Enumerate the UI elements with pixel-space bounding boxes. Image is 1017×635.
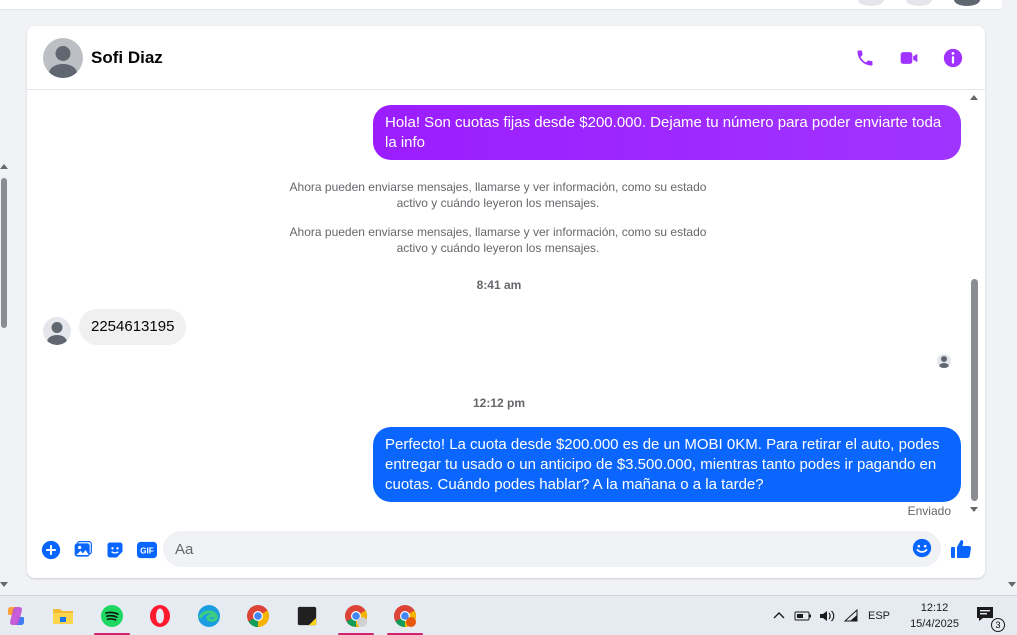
smiley-icon bbox=[912, 538, 932, 558]
chevron-up-icon[interactable] bbox=[772, 609, 786, 623]
windows-taskbar: ESP 12:12 15/4/2025 3 bbox=[0, 595, 1017, 635]
sticky-notes-icon bbox=[297, 606, 317, 626]
more-actions-button[interactable] bbox=[39, 538, 63, 562]
top-avatar-icon[interactable] bbox=[858, 0, 884, 6]
thumbs-up-icon bbox=[951, 540, 972, 559]
chrome-icon bbox=[247, 605, 269, 627]
message-input-container bbox=[163, 531, 941, 567]
chat-header: Sofi Diaz bbox=[27, 26, 985, 90]
message-composer: GIF bbox=[27, 526, 985, 574]
spotify-icon bbox=[101, 605, 123, 627]
battery-icon[interactable] bbox=[794, 609, 812, 623]
message-list[interactable]: Hola! Son cuotas fijas desde $200.000. D… bbox=[27, 91, 985, 519]
header-actions bbox=[853, 46, 965, 70]
message-input[interactable] bbox=[175, 531, 905, 567]
scroll-down-icon[interactable] bbox=[0, 582, 8, 587]
sticker-button[interactable] bbox=[103, 538, 127, 562]
copilot-app[interactable] bbox=[0, 600, 32, 632]
system-tray: ESP bbox=[772, 596, 890, 635]
incoming-message[interactable]: 2254613195 bbox=[79, 309, 187, 345]
chat-window: Sofi Diaz Hola! Son cuotas fijas desde $… bbox=[27, 26, 985, 578]
taskbar-clock[interactable]: 12:12 15/4/2025 bbox=[910, 600, 959, 632]
system-note: Ahora pueden enviarse mensajes, llamarse… bbox=[289, 180, 707, 210]
emoji-button[interactable] bbox=[911, 537, 935, 561]
opera-app[interactable] bbox=[144, 600, 176, 632]
scroll-up-icon[interactable] bbox=[970, 95, 978, 100]
attach-media-button[interactable] bbox=[71, 538, 95, 562]
video-camera-icon bbox=[900, 52, 918, 64]
folder-icon bbox=[53, 609, 73, 624]
chrome-profile-app[interactable] bbox=[387, 600, 423, 635]
page-top-strip bbox=[0, 0, 1002, 10]
video-call-button[interactable] bbox=[897, 46, 921, 70]
outgoing-message[interactable]: Hola! Son cuotas fijas desde $200.000. D… bbox=[373, 105, 961, 160]
seen-indicator-avatar bbox=[937, 354, 951, 368]
sender-avatar[interactable] bbox=[43, 317, 71, 345]
scroll-down-icon[interactable] bbox=[1008, 582, 1016, 587]
info-icon bbox=[943, 48, 963, 68]
messages-scrollbar-thumb[interactable] bbox=[971, 279, 978, 501]
message-timestamp: 12:12 pm bbox=[472, 396, 526, 410]
plus-circle-icon bbox=[41, 540, 61, 560]
clock-date: 15/4/2025 bbox=[910, 618, 959, 630]
top-profile-icon[interactable] bbox=[954, 0, 980, 6]
scroll-up-icon[interactable] bbox=[0, 164, 8, 169]
wifi-icon[interactable] bbox=[844, 609, 860, 623]
message-status: Enviado bbox=[907, 504, 951, 518]
chrome-icon bbox=[394, 605, 416, 627]
spotify-app[interactable] bbox=[94, 600, 130, 635]
outgoing-message[interactable]: Perfecto! La cuota desde $200.000 es de … bbox=[373, 427, 961, 502]
clock-time: 12:12 bbox=[920, 602, 949, 614]
edge-app[interactable] bbox=[193, 600, 225, 632]
page-scrollbar-thumb[interactable] bbox=[1, 178, 7, 328]
messages-scrollbar[interactable] bbox=[969, 93, 979, 517]
file-explorer-app[interactable] bbox=[47, 600, 79, 632]
top-avatar-icon[interactable] bbox=[906, 0, 932, 6]
page-scrollbar[interactable] bbox=[0, 160, 8, 590]
notification-center-button[interactable]: 3 bbox=[975, 604, 1005, 632]
voice-call-button[interactable] bbox=[853, 46, 877, 70]
contact-avatar[interactable] bbox=[43, 37, 83, 78]
contact-name[interactable]: Sofi Diaz bbox=[91, 48, 163, 68]
copilot-icon bbox=[8, 607, 24, 625]
phone-icon bbox=[857, 50, 873, 66]
input-language[interactable]: ESP bbox=[868, 610, 890, 622]
svg-text:GIF: GIF bbox=[140, 547, 154, 556]
send-like-button[interactable] bbox=[949, 537, 975, 563]
gif-icon: GIF bbox=[137, 541, 157, 559]
system-note: Ahora pueden enviarse mensajes, llamarse… bbox=[289, 225, 707, 255]
conversation-info-button[interactable] bbox=[941, 46, 965, 70]
sticker-icon bbox=[107, 542, 123, 558]
sticky-notes-app[interactable] bbox=[291, 600, 323, 632]
chrome-app[interactable] bbox=[242, 600, 274, 632]
message-timestamp: 8:41 am bbox=[476, 278, 522, 292]
chrome-profile-app[interactable] bbox=[338, 600, 374, 635]
scroll-down-icon[interactable] bbox=[970, 507, 978, 512]
gif-button[interactable]: GIF bbox=[135, 538, 159, 562]
notification-count-badge: 3 bbox=[991, 618, 1005, 632]
opera-icon bbox=[150, 605, 170, 627]
chrome-icon bbox=[345, 605, 367, 627]
edge-icon bbox=[198, 605, 220, 627]
photo-gallery-icon bbox=[74, 541, 92, 557]
volume-icon[interactable] bbox=[818, 609, 836, 623]
